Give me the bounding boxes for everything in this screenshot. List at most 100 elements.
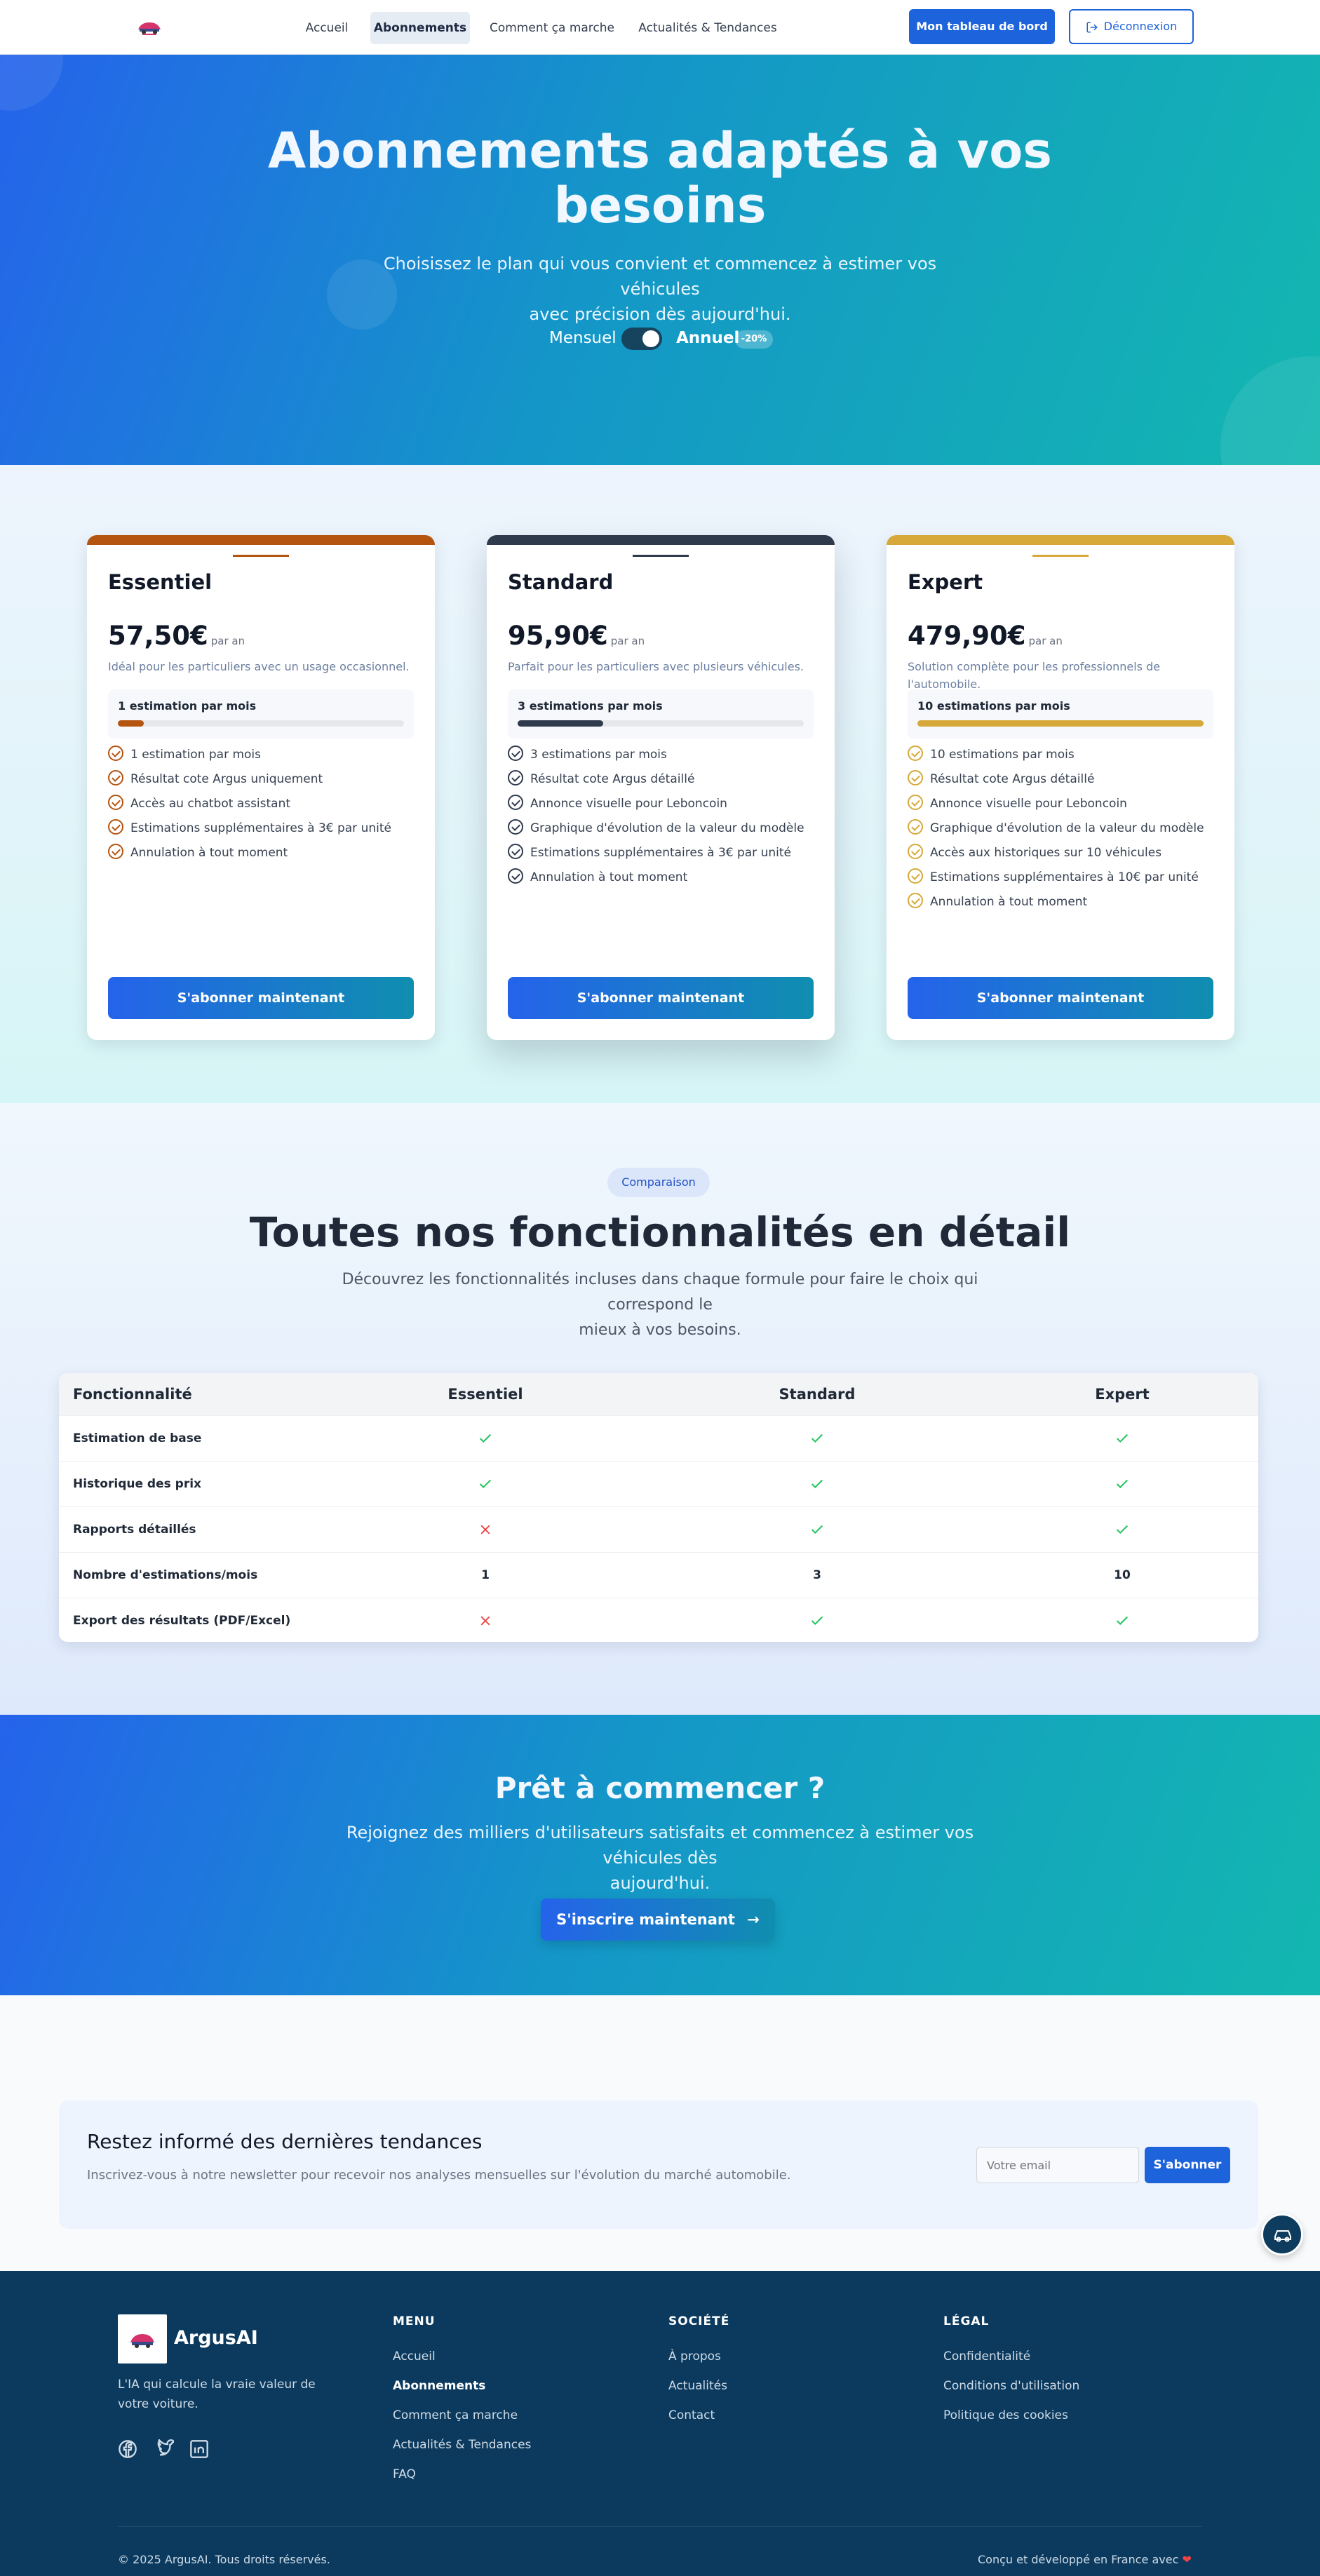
footer-link-legal[interactable]: Politique des cookies <box>943 2408 1068 2422</box>
hero-subtitle-line2: avec précision dès aujourd'hui. <box>529 304 791 324</box>
footer-company-title: SOCIÉTÉ <box>668 2314 730 2328</box>
newsletter-section: Restez informé des dernières tendances I… <box>0 1995 1320 2271</box>
signup-button-label: S'inscrire maintenant <box>556 1911 735 1928</box>
logo-icon[interactable] <box>135 15 163 36</box>
plan-price: 95,90€ par an <box>508 621 645 651</box>
feature-value <box>1101 1507 1143 1553</box>
hero-title-line1: Abonnements adaptés à vos <box>268 122 1052 180</box>
plan-quota-fill <box>518 720 604 727</box>
plan-accent-bar <box>487 535 835 545</box>
header-expert-label: Expert <box>1095 1386 1150 1403</box>
nav-link-accueil[interactable]: Accueil <box>297 12 356 44</box>
check-icon <box>1116 1434 1129 1443</box>
plan-feature-item: Accès aux historiques sur 10 véhicules <box>908 844 1161 861</box>
dashboard-button[interactable]: Mon tableau de bord <box>909 9 1055 44</box>
plan-accent-bar <box>87 535 435 545</box>
plan-feature-item: Annulation à tout moment <box>908 893 1087 910</box>
subscribe-button[interactable]: S'abonner maintenant <box>908 977 1213 1019</box>
header-standard-label: Standard <box>779 1386 856 1403</box>
nav-link-comment[interactable]: Comment ça marche <box>484 12 620 44</box>
newsletter-text: Inscrivez-vous à notre newsletter pour r… <box>87 2168 791 2183</box>
footer-link-legal[interactable]: Conditions d'utilisation <box>943 2379 1079 2393</box>
hero-decor-circle <box>1220 356 1320 465</box>
facebook-icon[interactable] <box>118 2439 137 2459</box>
billing-toggle-switch[interactable] <box>621 328 662 350</box>
billing-toggle-row: Mensuel Annuel -20% <box>0 325 1320 353</box>
logout-label: Déconnexion <box>1103 20 1178 33</box>
check-circle-icon <box>508 746 523 761</box>
footer-link-menu[interactable]: Accueil <box>393 2349 436 2363</box>
check-icon <box>479 1434 492 1443</box>
plan-feature-text: Estimations supplémentaires à 3€ par uni… <box>530 846 791 860</box>
hero-title-line2: besoins <box>553 177 767 234</box>
footer-menu-title: MENU <box>393 2314 436 2328</box>
check-icon <box>811 1525 823 1535</box>
linkedin-icon[interactable] <box>189 2439 209 2459</box>
footer-link-menu[interactable]: FAQ <box>393 2467 416 2481</box>
footer-logo[interactable] <box>118 2314 167 2363</box>
plan-feature-text: 10 estimations par mois <box>930 748 1075 762</box>
feature-name: Export des résultats (PDF/Excel) <box>73 1614 291 1628</box>
newsletter-email-input[interactable] <box>976 2147 1139 2183</box>
plan-quota-track <box>518 720 804 727</box>
pricing-section: Essentiel 57,50€ par an Idéal pour les part… <box>0 465 1320 1103</box>
footer-made-in-text: Conçu et développé en France avec <box>978 2553 1179 2566</box>
plan-feature-item: 3 estimations par mois <box>508 746 667 762</box>
plan-quota-track <box>118 720 404 727</box>
plan-card-standard: Standard 95,90€ par an Parfait pour les par… <box>487 535 835 1040</box>
twitter-icon[interactable] <box>154 2439 174 2459</box>
table-row: Historique des prix <box>59 1461 1258 1506</box>
footer-link-company[interactable]: À propos <box>668 2349 721 2363</box>
plan-price-period: par an <box>610 635 645 647</box>
footer-link-legal[interactable]: Confidentialité <box>943 2349 1030 2363</box>
plan-feature-text: Annulation à tout moment <box>530 870 688 884</box>
footer-link-menu[interactable]: Actualités & Tendances <box>393 2438 531 2452</box>
plan-feature-item: Annulation à tout moment <box>508 868 688 885</box>
nav-link-actualites[interactable]: Actualités & Tendances <box>634 12 781 44</box>
plan-quota-track <box>917 720 1204 727</box>
header-feature: Fonctionnalité <box>73 1386 192 1403</box>
toggle-monthly-label[interactable]: Mensuel <box>549 329 617 347</box>
plan-quota-label: 3 estimations par mois <box>518 699 663 713</box>
chatbot-button[interactable] <box>1261 2213 1303 2255</box>
plan-feature-text: Annonce visuelle pour Leboncoin <box>930 797 1127 811</box>
hero-subtitle: Choisissez le plan qui vous convient et … <box>365 251 955 327</box>
subscribe-button[interactable]: S'abonner maintenant <box>108 977 414 1019</box>
footer-link-menu[interactable]: Abonnements <box>393 2379 485 2393</box>
check-circle-icon <box>908 770 923 785</box>
logout-button[interactable]: Déconnexion <box>1069 9 1194 44</box>
comparison-badge: Comparaison <box>607 1168 710 1197</box>
footer-legal-title: LÉGAL <box>943 2314 990 2328</box>
check-icon <box>1116 1616 1129 1626</box>
feature-value <box>1101 1462 1143 1507</box>
feature-value <box>464 1462 506 1507</box>
footer-made-in: Conçu et développé en France avec ❤ <box>978 2553 1192 2566</box>
footer-link-company[interactable]: Contact <box>668 2408 715 2422</box>
signup-button[interactable]: S'inscrire maintenant → <box>541 1899 775 1941</box>
check-circle-icon <box>908 844 923 859</box>
footer: ArgusAI L'IA qui calcule la vraie valeur… <box>0 2271 1320 2576</box>
plan-feature-item: Graphique d'évolution de la valeur du mo… <box>508 819 804 836</box>
hero-subtitle-line1: Choisissez le plan qui vous convient et … <box>383 254 937 299</box>
newsletter-subscribe-button[interactable]: S'abonner <box>1145 2147 1230 2183</box>
plan-feature-text: Graphique d'évolution de la valeur du mo… <box>530 821 804 835</box>
plan-quota-fill <box>118 720 144 727</box>
comparison-subtitle: Découvrez les fonctionnalités incluses d… <box>320 1267 1000 1343</box>
nav-link-abonnements[interactable]: Abonnements <box>370 12 470 44</box>
cta-text-line1: Rejoignez des milliers d'utilisateurs sa… <box>346 1823 974 1868</box>
toggle-annual-label[interactable]: Annuel <box>676 329 739 347</box>
plan-quota-label: 1 estimation par mois <box>118 699 257 713</box>
plan-description: Solution complète pour les professionnel… <box>908 660 1161 691</box>
subscribe-button[interactable]: S'abonner maintenant <box>508 977 814 1019</box>
discount-badge: -20% <box>735 330 773 349</box>
plan-price-value: 479,90€ <box>908 621 1026 651</box>
plan-quota: 10 estimations par mois <box>908 689 1213 739</box>
plan-accent-bar <box>887 535 1234 545</box>
footer-link-company[interactable]: Actualités <box>668 2379 727 2393</box>
feature-value <box>464 1507 506 1553</box>
plan-feature-item: Résultat cote Argus détaillé <box>508 770 694 787</box>
plan-feature-item: Résultat cote Argus uniquement <box>108 770 323 787</box>
feature-value <box>1101 1416 1143 1462</box>
footer-link-menu[interactable]: Comment ça marche <box>393 2408 518 2422</box>
plan-feature-text: Résultat cote Argus détaillé <box>930 772 1095 786</box>
